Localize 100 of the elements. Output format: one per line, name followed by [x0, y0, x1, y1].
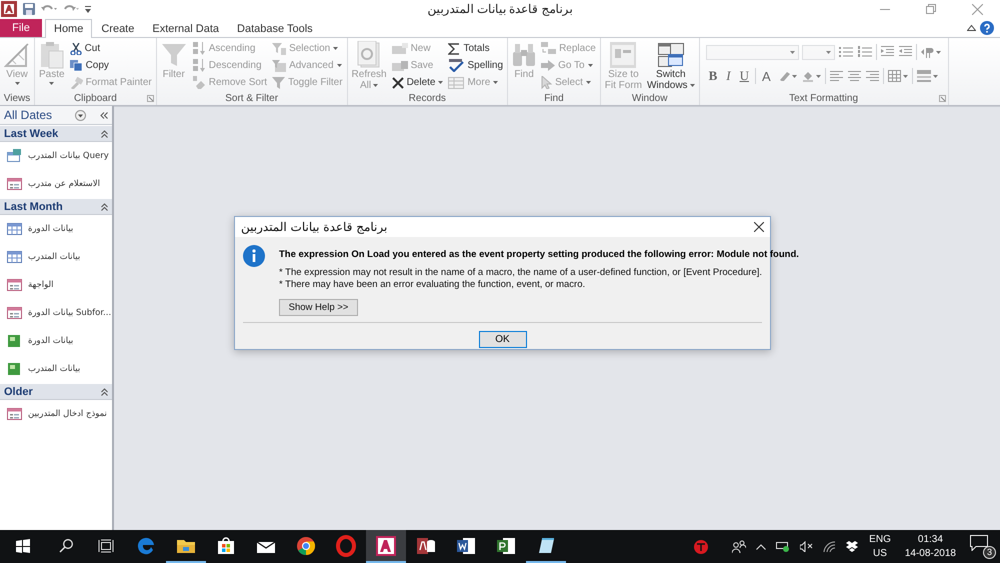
group-label: Text Formatting [789, 93, 858, 104]
dropdown-icon [75, 110, 86, 120]
binoculars-icon [512, 42, 536, 68]
ribbon-button[interactable]: Spelling [446, 57, 506, 74]
paragraph-direction-icon [920, 46, 934, 58]
indent-icon [880, 46, 894, 58]
ok-button[interactable]: OK [478, 331, 526, 348]
selection-filter-icon [272, 42, 286, 54]
table-icon [7, 250, 22, 264]
align-center-icon [848, 70, 861, 82]
tray-app-icon [694, 540, 708, 554]
error-message: The expression On Load you entered as the event property setting produced the following error: Module not found. [279, 249, 799, 260]
ribbon-tab[interactable]: Database Tools [228, 19, 322, 37]
task-view-icon [98, 538, 114, 552]
pointer-icon [541, 76, 552, 89]
customize-icon [85, 6, 91, 12]
browser-icon [295, 534, 317, 556]
clipboard-icon [40, 41, 64, 69]
search-icon [59, 538, 73, 552]
paintbrush-icon [70, 76, 83, 88]
taskbar-app[interactable] [366, 530, 406, 563]
windows-logo-icon [16, 538, 30, 552]
nav-item[interactable]: بيانات المتدرب [0, 355, 86, 383]
collapse-ribbon-icon [967, 24, 976, 31]
advanced-filter-icon [272, 60, 286, 72]
windows-icon [658, 42, 684, 68]
dropbox-icon [846, 541, 860, 552]
window-title: برنامج قاعدة بيانات المتدربين [427, 2, 572, 16]
nav-item[interactable]: الواجهة [0, 271, 60, 299]
row-color-icon [916, 70, 931, 82]
align-left-icon [830, 70, 843, 82]
minimize-icon [880, 8, 890, 10]
notification-badge: 3 [983, 546, 996, 558]
input-language[interactable]: ENG [869, 532, 891, 546]
report-icon [7, 334, 22, 348]
ribbon-button[interactable]: Totals [446, 40, 506, 57]
save-record-icon [392, 60, 408, 71]
toggle-filter-icon [272, 76, 286, 88]
refresh-icon [357, 41, 382, 69]
caret-icon [902, 74, 908, 78]
caret-icon [790, 50, 796, 54]
clock-date[interactable]: 14-08-2018 [904, 546, 956, 560]
ribbon-tab[interactable]: External Data [143, 19, 228, 37]
ring-icon [335, 534, 357, 556]
fill-color-icon [802, 70, 814, 82]
sigma-icon [448, 42, 460, 54]
ruler-icon [4, 42, 30, 68]
arrow-right-icon [541, 60, 556, 71]
restore-icon [926, 4, 936, 14]
nav-item[interactable]: بيانات المتدرب Query [0, 142, 112, 170]
nav-item[interactable]: بيانات المتدرب [0, 243, 86, 271]
outdent-icon [898, 46, 912, 58]
ribbon-tab[interactable]: Home [45, 19, 92, 38]
align-right-icon [866, 70, 879, 82]
highlighter-icon [778, 71, 790, 81]
database-app-icon [375, 534, 397, 556]
numbering-icon [858, 46, 872, 58]
close-icon [972, 4, 982, 14]
delete-icon [392, 76, 404, 88]
table-rows-icon [448, 76, 464, 88]
input-region[interactable]: US [873, 546, 887, 560]
group-label: Records [408, 93, 446, 104]
nav-item[interactable]: نموذج ادخال المتدربين [0, 400, 112, 428]
group-label: Sort & Filter [225, 93, 278, 104]
nav-item[interactable]: بيانات الدورة [0, 215, 80, 243]
query-icon [7, 149, 22, 163]
nav-item[interactable]: الاستعلام عن متدرب [0, 170, 106, 198]
form-size-icon [610, 42, 636, 68]
help-icon [980, 20, 994, 34]
battery-icon [776, 541, 790, 552]
copy-icon [70, 60, 83, 72]
ribbon-button[interactable]: Copy [68, 57, 154, 74]
caret-icon [816, 74, 821, 78]
funnel-icon [160, 42, 187, 68]
clock-time[interactable]: 01:34 [918, 532, 943, 546]
group-label: Views [4, 93, 30, 104]
close-icon [754, 222, 764, 232]
show-help-button[interactable]: Show Help >> [279, 299, 358, 316]
collapse-pane-icon [100, 112, 108, 118]
file-tab[interactable]: File [0, 19, 42, 37]
error-detail: * The expression may not result in the name of a macro, the name of a user-defined function, or [Event Procedure]. [279, 267, 764, 278]
nav-item[interactable]: بيانات الدورة [0, 327, 80, 355]
save-icon [23, 3, 35, 15]
caret-icon [932, 74, 938, 78]
caret-icon [936, 50, 941, 54]
caret-icon [826, 50, 831, 54]
form-icon [7, 177, 22, 191]
people-icon [732, 540, 746, 553]
scissors-icon [70, 42, 82, 54]
new-record-icon [392, 43, 408, 54]
bullets-icon [838, 46, 853, 58]
shopping-bag-icon [215, 534, 237, 556]
ribbon-button[interactable]: Delete [390, 74, 446, 91]
form-icon [7, 278, 22, 292]
ribbon-button[interactable]: Switch Windows [644, 40, 697, 91]
group-label: Clipboard [74, 93, 117, 104]
ribbon-button[interactable]: Cut [68, 40, 154, 57]
report-icon [7, 362, 22, 376]
ribbon-tab[interactable]: Create [92, 19, 144, 37]
volume-muted-icon [800, 541, 814, 552]
